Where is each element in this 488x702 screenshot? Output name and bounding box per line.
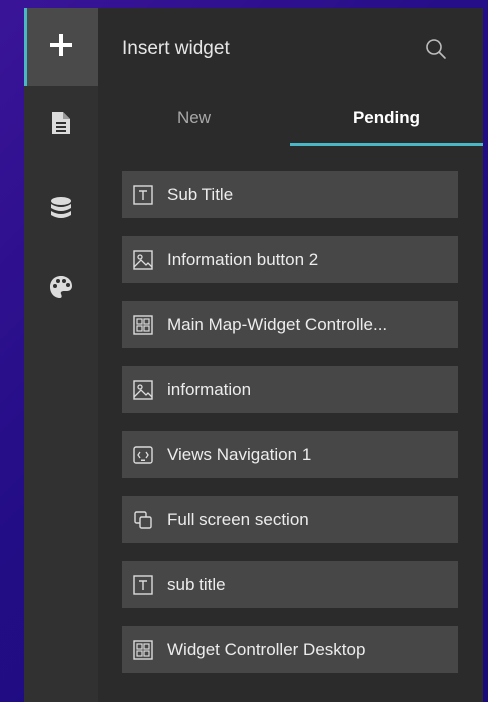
- tab-pending[interactable]: Pending: [290, 88, 483, 148]
- section-icon: [132, 509, 154, 531]
- widget-item-information[interactable]: information: [122, 366, 458, 413]
- widget-label: Main Map-Widget Controlle...: [167, 314, 388, 334]
- image-icon: [132, 249, 154, 271]
- plus-icon: [49, 33, 73, 62]
- widget-label: Views Navigation 1: [167, 444, 312, 464]
- widget-item-full-screen-section[interactable]: Full screen section: [122, 496, 458, 543]
- active-tab-indicator: [290, 143, 483, 146]
- rail-insert-button[interactable]: [24, 8, 98, 86]
- widget-controller-icon: [132, 639, 154, 661]
- widget-item-sub-title[interactable]: Sub Title: [122, 171, 458, 218]
- search-icon: [425, 39, 447, 64]
- widget-item-widget-controller-desktop[interactable]: Widget Controller Desktop: [122, 626, 458, 673]
- widget-item-main-map-widget-controller[interactable]: Main Map-Widget Controlle...: [122, 301, 458, 348]
- widget-item-information-button-2[interactable]: Information button 2: [122, 236, 458, 283]
- widget-item-sub-title-lower[interactable]: sub title: [122, 561, 458, 608]
- widget-label: Widget Controller Desktop: [167, 639, 366, 659]
- panel-title: Insert widget: [122, 38, 230, 59]
- rail-theme-button[interactable]: [24, 250, 98, 328]
- widget-label: information: [167, 379, 252, 399]
- tab-bar: New Pending: [98, 88, 483, 154]
- widget-label: Information button 2: [167, 249, 319, 269]
- widget-controller-icon: [132, 314, 154, 336]
- image-icon: [132, 379, 154, 401]
- widget-label: Full screen section: [167, 509, 309, 529]
- database-icon: [49, 196, 73, 227]
- side-rail: [24, 8, 98, 702]
- rail-data-button[interactable]: [24, 172, 98, 250]
- text-icon: [132, 574, 154, 596]
- rail-page-button[interactable]: [24, 86, 98, 164]
- views-navigation-icon: [132, 444, 154, 466]
- insert-widget-panel: Insert widget New Pending Sub Title Info…: [98, 8, 483, 702]
- widget-label: Sub Title: [167, 184, 234, 204]
- palette-icon: [49, 275, 73, 304]
- widget-label: sub title: [167, 574, 226, 594]
- widget-item-views-navigation-1[interactable]: Views Navigation 1: [122, 431, 458, 478]
- tab-new[interactable]: New: [98, 88, 290, 148]
- document-icon: [51, 111, 71, 140]
- text-icon: [132, 184, 154, 206]
- widget-builder-app: Insert widget New Pending Sub Title Info…: [24, 8, 483, 702]
- search-button[interactable]: [425, 38, 451, 64]
